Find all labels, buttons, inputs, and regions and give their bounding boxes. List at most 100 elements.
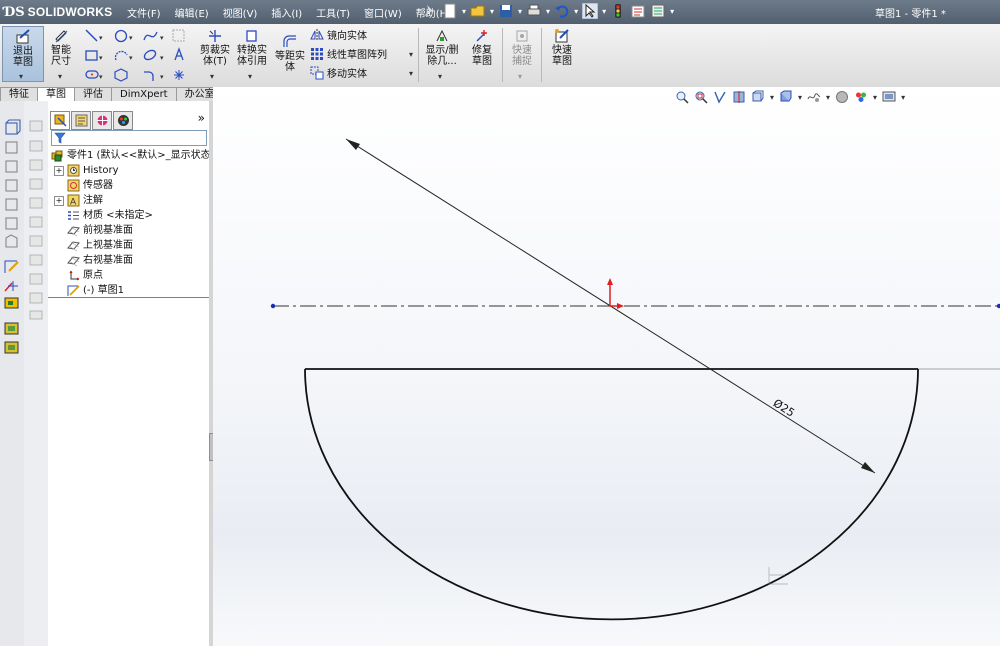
chevron-down-icon[interactable]: ▾ (210, 72, 214, 81)
display-manager-tab[interactable] (113, 111, 133, 130)
arc-icon[interactable]: ▾ (114, 50, 133, 62)
tab-evaluate[interactable]: 评估 (74, 87, 112, 102)
tree-filter-input[interactable] (51, 130, 207, 146)
rollback-bar[interactable] (48, 297, 209, 298)
chevron-down-icon[interactable]: ▾ (518, 72, 522, 81)
tree-item-sensors[interactable]: 传感器 (48, 178, 209, 193)
chevron-down-icon[interactable]: ▾ (602, 7, 606, 16)
block-icon[interactable] (4, 297, 19, 309)
sketch-tools-icon[interactable] (4, 260, 19, 273)
view-left-icon[interactable] (5, 160, 18, 173)
tree-item-sketch1[interactable]: (-) 草图1 (48, 283, 209, 298)
view-bottom-icon[interactable] (5, 217, 18, 230)
save-icon[interactable] (498, 3, 514, 19)
text-icon[interactable] (174, 47, 184, 61)
configurationmanager-tab[interactable] (92, 111, 112, 130)
sketch-arc[interactable] (304, 368, 919, 621)
spline-icon[interactable]: ▾ (143, 31, 164, 42)
file-properties-icon[interactable] (630, 3, 646, 19)
brand-name: SOLIDWORKS (27, 5, 113, 19)
graphics-area[interactable]: ▾ ▾ ▾ ▾ ▾ Ø25 (213, 87, 1000, 646)
tab-dimxpert[interactable]: DimXpert (111, 87, 177, 102)
ellipse-icon[interactable]: ▾ (143, 49, 164, 62)
tree-item-history[interactable]: + History (48, 163, 209, 178)
polygon-icon[interactable] (114, 68, 128, 82)
chevron-down-icon[interactable]: ▾ (490, 7, 494, 16)
chevron-down-icon[interactable]: ▾ (58, 72, 62, 81)
chevron-down-icon[interactable]: ▾ (409, 50, 413, 59)
double-chevron-right-icon[interactable]: » (198, 111, 205, 125)
tree-item-top-plane[interactable]: 上视基准面 (48, 238, 209, 253)
propertymanager-tab[interactable] (71, 111, 91, 130)
smart-dimension-button[interactable]: 智能尺寸 (46, 28, 76, 67)
menu-insert[interactable]: 插入(I) (264, 5, 309, 20)
chevron-down-icon[interactable]: ▾ (462, 7, 466, 16)
menu-edit[interactable]: 编辑(E) (168, 5, 216, 20)
slot-icon[interactable]: ▾ (85, 70, 103, 81)
chevron-down-icon[interactable]: ▾ (670, 7, 674, 16)
menu-view[interactable]: 视图(V) (216, 5, 265, 20)
view-right-icon[interactable] (5, 179, 18, 192)
line-icon[interactable]: ▾ (85, 29, 103, 42)
chevron-down-icon[interactable]: ▾ (409, 69, 413, 78)
trim-entities-button[interactable]: 剪裁实体(T) (198, 28, 232, 67)
display-delete-relations-button[interactable]: 显示/删除几... (422, 28, 462, 67)
rebuild-traffic-light-icon[interactable] (610, 3, 626, 19)
point-icon[interactable] (174, 70, 184, 80)
repair-sketch-button[interactable]: 修复草图 (464, 28, 500, 67)
chevron-down-icon[interactable]: ▾ (438, 72, 442, 81)
rapid-snap-button[interactable]: 快速捕捉 (505, 28, 539, 67)
convert-entities-button[interactable]: 转换实体引用 (234, 28, 270, 67)
surface-spline-icon[interactable] (172, 29, 185, 42)
view-iso-icon[interactable] (5, 234, 18, 248)
centerline-endpoint[interactable] (270, 303, 276, 309)
circle-icon[interactable]: ▾ (114, 29, 134, 43)
tree-item-right-plane[interactable]: 右视基准面 (48, 253, 209, 268)
history-folder-icon (67, 164, 80, 177)
menu-file[interactable]: 文件(F) (120, 5, 168, 20)
select-cursor-icon[interactable] (582, 3, 599, 19)
chevron-down-icon[interactable]: ▾ (19, 72, 23, 81)
sketch-origin-icon[interactable] (607, 278, 624, 309)
tree-item-origin[interactable]: 原点 (48, 268, 209, 283)
new-document-icon[interactable] (442, 3, 458, 19)
fillet-icon[interactable]: ▾ (144, 71, 164, 81)
open-folder-icon[interactable] (470, 3, 486, 19)
tree-item-material[interactable]: 材质 <未指定> (48, 208, 209, 223)
undo-icon[interactable] (554, 3, 570, 19)
featuremanager-tab[interactable] (50, 111, 70, 130)
rectangle-icon[interactable]: ▾ (85, 50, 103, 62)
tree-root-part[interactable]: 零件1 (默认<<默认>_显示状态 (48, 148, 211, 163)
diameter-dimension-text[interactable]: Ø25 (771, 397, 797, 420)
view-top-icon[interactable] (5, 198, 18, 211)
linear-pattern-button[interactable]: 线性草图阵列 (310, 46, 387, 61)
pin-icon[interactable] (422, 3, 438, 19)
expand-icon[interactable]: + (54, 166, 64, 176)
menu-tools[interactable]: 工具(T) (309, 5, 357, 20)
dimension-arrowhead (861, 462, 875, 473)
expand-icon[interactable]: + (54, 196, 64, 206)
tab-features[interactable]: 特征 (0, 87, 38, 102)
tab-sketch[interactable]: 草图 (37, 87, 75, 102)
move-entities-button[interactable]: 移动实体 (310, 65, 367, 80)
menu-window[interactable]: 窗口(W) (357, 5, 409, 20)
mirror-entities-button[interactable]: 镜向实体 (310, 27, 367, 42)
tree-item-label: 上视基准面 (83, 240, 133, 251)
chevron-down-icon[interactable]: ▾ (546, 7, 550, 16)
tree-item-front-plane[interactable]: 前视基准面 (48, 223, 209, 238)
view-back-icon[interactable] (5, 141, 18, 154)
layer-icon-1[interactable] (4, 322, 19, 335)
layer-icon-2[interactable] (4, 341, 19, 354)
tree-item-annotations[interactable]: + A 注解 (48, 193, 209, 208)
chevron-down-icon[interactable]: ▾ (518, 7, 522, 16)
chevron-down-icon[interactable]: ▾ (574, 7, 578, 16)
solidworks-logo[interactable]: ƊS SOLIDWORKS (4, 3, 112, 21)
offset-entities-button[interactable]: 等距实体 (272, 34, 308, 73)
view-front-icon[interactable] (5, 119, 21, 135)
print-icon[interactable] (526, 3, 542, 19)
rapid-sketch-button[interactable]: 快速草图 (544, 28, 580, 67)
options-icon[interactable] (650, 3, 666, 19)
relation-add-icon[interactable] (4, 281, 18, 292)
chevron-down-icon[interactable]: ▾ (248, 72, 252, 81)
rapid-snap-label: 快速捕捉 (512, 45, 532, 67)
